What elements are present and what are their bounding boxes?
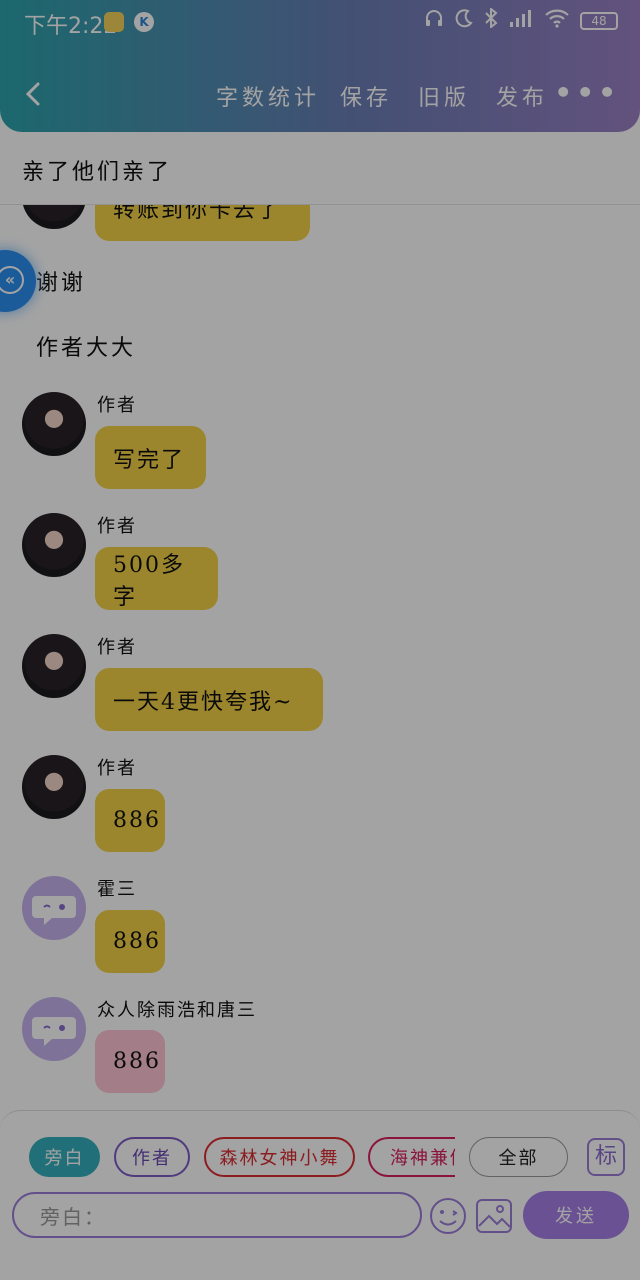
app-header: 下午2:22 K 48 字数统计 保存 旧版 发布 ••• <box>0 0 640 132</box>
message-input[interactable]: 旁白： <box>12 1192 422 1238</box>
wifi-icon <box>544 8 570 33</box>
headphone-icon <box>424 8 444 33</box>
send-button[interactable]: 发送 <box>523 1191 629 1239</box>
back-button[interactable] <box>20 80 48 108</box>
publish-button[interactable]: 发布 <box>496 80 548 112</box>
status-icons: 48 <box>424 6 618 33</box>
old-version-button[interactable]: 旧版 <box>418 80 470 112</box>
narration-line[interactable]: 谢谢 <box>36 265 86 297</box>
sender-name: 霍三 <box>97 879 137 900</box>
avatar[interactable] <box>22 997 86 1061</box>
bluetooth-icon <box>484 6 498 33</box>
sender-name: 作者 <box>97 637 137 658</box>
double-chevron-left-icon: « <box>0 266 24 294</box>
avatar[interactable] <box>22 205 86 229</box>
message-bubble[interactable]: 886 <box>95 1030 165 1093</box>
avatar[interactable] <box>22 634 86 698</box>
signal-icon <box>508 8 534 33</box>
image-icon[interactable] <box>474 1196 514 1236</box>
sender-name: 作者 <box>97 395 137 416</box>
k-app-icon: K <box>134 12 154 32</box>
message-bubble[interactable]: 转账到你卡去了 <box>95 205 310 241</box>
sender-name: 作者 <box>97 516 137 537</box>
message-bubble[interactable]: 写完了 <box>95 426 206 489</box>
tag-button[interactable]: 标 <box>587 1138 625 1176</box>
message-bubble[interactable]: 886 <box>95 789 165 852</box>
avatar[interactable] <box>22 392 86 456</box>
message-bubble[interactable]: 500多字 <box>95 547 218 610</box>
avatar[interactable] <box>22 513 86 577</box>
chat-bubble-icon <box>32 1017 76 1046</box>
chat-area[interactable]: 转账到你卡去了 谢谢 作者大大 作者 写完了 作者 500多字 作者 一天4更快… <box>0 205 640 1110</box>
battery-icon: 48 <box>580 11 618 30</box>
chat-bubble-icon <box>32 896 76 925</box>
avatar[interactable] <box>22 876 86 940</box>
smiley-icon[interactable] <box>428 1196 468 1236</box>
role-chip-author[interactable]: 作者 <box>114 1137 190 1177</box>
status-bar: 下午2:22 K 48 <box>0 0 640 44</box>
all-roles-button[interactable]: 全部 <box>469 1137 568 1177</box>
more-options-icon[interactable]: ••• <box>554 76 620 109</box>
sender-name: 众人除雨浩和唐三 <box>97 1000 257 1021</box>
document-title: 亲了他们亲了 <box>22 160 173 185</box>
moon-icon <box>454 8 474 33</box>
message-bubble[interactable]: 886 <box>95 910 165 973</box>
role-chip-sea-god[interactable]: 海神兼修 <box>368 1137 455 1177</box>
narration-line[interactable]: 作者大大 <box>36 330 136 362</box>
word-count-button[interactable]: 字数统计 <box>216 80 320 112</box>
avatar[interactable] <box>22 755 86 819</box>
chevron-left-icon <box>25 82 40 106</box>
message-bubble[interactable]: 一天4更快夸我~ <box>95 668 323 731</box>
role-chip-narrator[interactable]: 旁白 <box>29 1137 100 1177</box>
sender-name: 作者 <box>97 758 137 779</box>
save-button[interactable]: 保存 <box>340 80 392 112</box>
role-chip-forest-goddess[interactable]: 森林女神小舞 <box>204 1137 355 1177</box>
app-notification-icon <box>104 12 124 32</box>
